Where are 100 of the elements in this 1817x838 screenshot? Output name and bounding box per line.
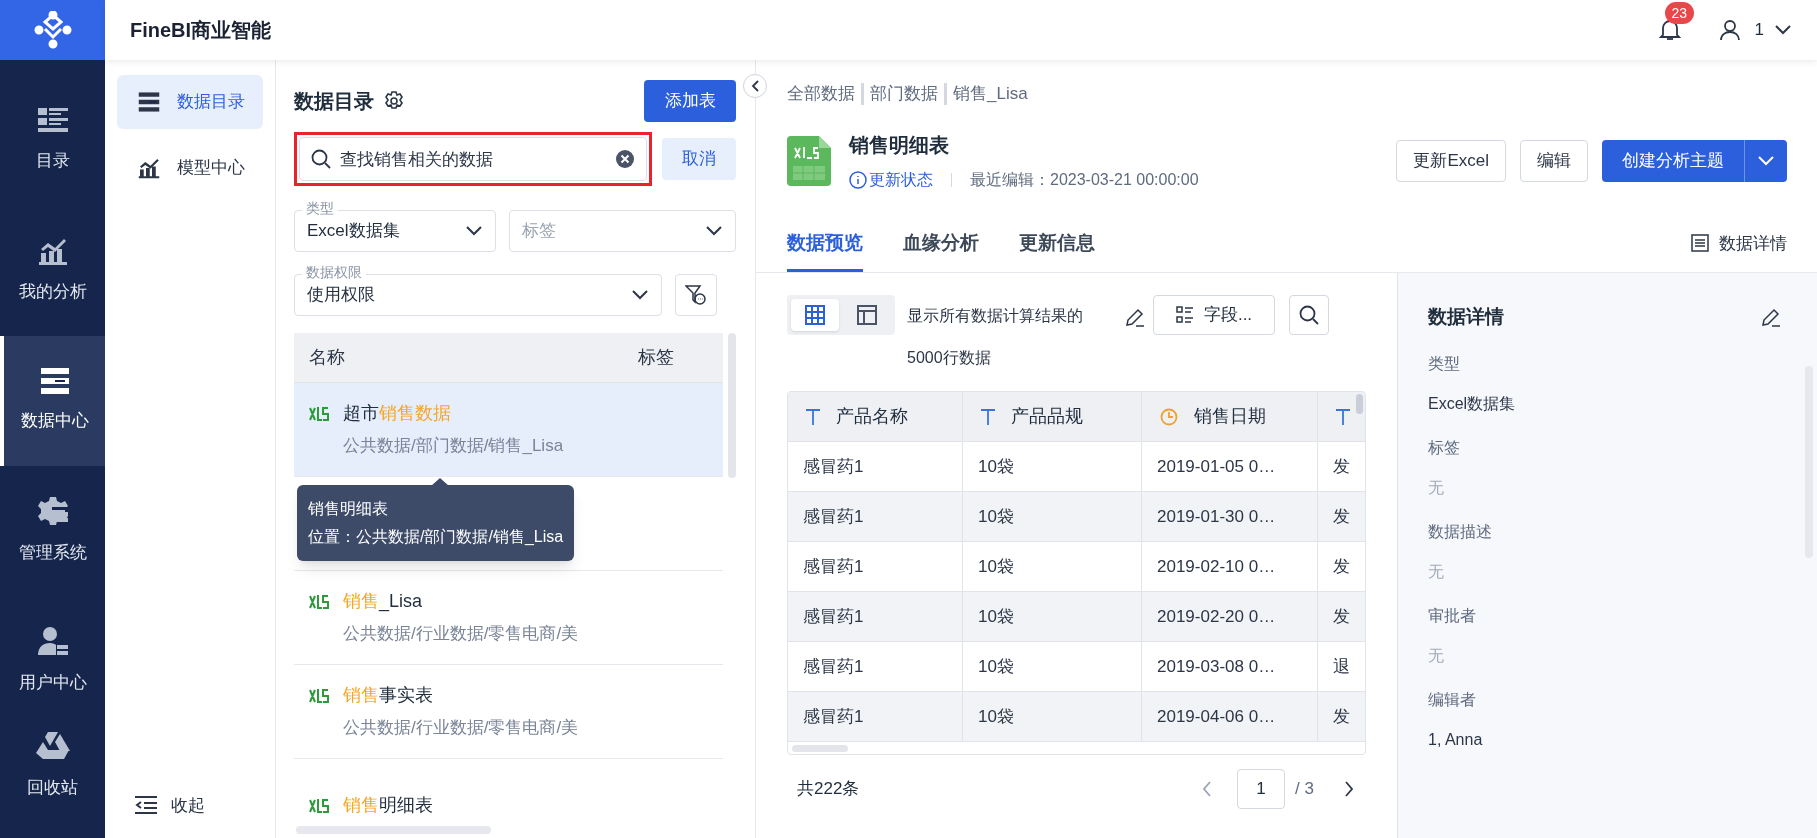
table-cell: 10袋 <box>963 442 1142 491</box>
text-type-icon <box>806 408 820 425</box>
spreadsheet-file-icon <box>787 136 831 186</box>
notification-badge: 23 <box>1664 2 1695 24</box>
table-cell: 2019-02-10 0… <box>1142 542 1318 591</box>
user-icon <box>37 626 68 657</box>
detail-value: 无 <box>1428 561 1445 582</box>
dataset-name-part: _Lisa <box>379 591 423 612</box>
nav-item[interactable]: 回收站 <box>0 726 105 826</box>
dataset-name-part: 销售数据 <box>379 403 451 424</box>
search-icon <box>311 149 331 169</box>
scrollbar[interactable] <box>1356 394 1363 414</box>
nav-item[interactable]: 目录 <box>0 76 105 206</box>
table-cell: 2019-02-20 0… <box>1142 592 1318 641</box>
collapse-icon <box>135 796 157 815</box>
tab[interactable]: 血缘分析 <box>903 228 979 272</box>
settings-icon[interactable] <box>384 91 404 111</box>
chevron-down-icon[interactable] <box>1774 24 1792 36</box>
data-details-link[interactable]: 数据详情 <box>1691 230 1787 256</box>
detail-label: 类型 <box>1428 353 1461 374</box>
column-header: 产品品规 <box>963 392 1142 441</box>
create-analysis-button[interactable]: 创建分析主题 <box>1602 140 1787 182</box>
add-table-button[interactable]: 添加表 <box>644 80 736 122</box>
app-logo[interactable] <box>0 0 105 60</box>
table-cell-text: 发 <box>1332 505 1351 528</box>
spreadsheet-icon <box>309 405 329 422</box>
subnav-item[interactable]: 数据目录 <box>117 75 263 129</box>
logo-icon <box>33 11 72 49</box>
dataset-name-part: 超市 <box>343 403 379 424</box>
field-list-icon <box>1175 306 1194 324</box>
subnav-item[interactable]: 模型中心 <box>117 141 263 195</box>
breadcrumb-link[interactable]: 全部数据 <box>787 81 855 107</box>
fields-button[interactable]: 字段... <box>1153 295 1275 335</box>
table-cell-text: 发 <box>1332 455 1351 478</box>
table-cell: 2019-04-06 0… <box>1142 692 1318 741</box>
nav-label: 目录 <box>35 150 70 173</box>
dataset-name-part: 销售 <box>343 795 379 815</box>
nav-item[interactable]: 数据中心 <box>0 336 105 466</box>
update-status-link[interactable]: 更新状态 <box>849 168 933 192</box>
table-cell-text: 发 <box>1332 605 1351 628</box>
layout-icon <box>857 305 877 325</box>
tab[interactable]: 更新信息 <box>1019 228 1095 272</box>
toolbar-button[interactable]: 更新Excel <box>1396 140 1506 182</box>
detail-value: 无 <box>1428 477 1445 498</box>
breadcrumb-link[interactable]: 部门数据 <box>870 81 938 107</box>
bell-icon[interactable] <box>1658 18 1681 42</box>
dataset-path: 公共数据/行业数据/零售电商/美 <box>343 717 580 740</box>
scrollbar[interactable] <box>296 826 491 834</box>
dataset-path: 公共数据/行业数据/零售电商/美 <box>343 623 580 646</box>
nav-item[interactable]: 我的分析 <box>0 206 105 336</box>
bar-chart-icon <box>38 237 67 266</box>
info-icon <box>849 171 867 189</box>
scrollbar[interactable] <box>728 333 736 478</box>
tooltip-title: 销售明细表 <box>308 499 389 519</box>
nav-label: 用户中心 <box>18 672 87 695</box>
search-field[interactable]: 查找销售相关的数据 <box>299 137 647 181</box>
detail-value: 1, Anna <box>1428 729 1484 750</box>
text-type-icon <box>1336 408 1350 425</box>
list-icon <box>37 108 68 135</box>
chevron-right-icon[interactable] <box>1344 781 1354 797</box>
chevron-down-icon <box>705 225 723 237</box>
dataset-list-item[interactable]: 超市销售数据 公共数据/部门数据/销售_Lisa <box>294 383 723 477</box>
table-cell: 10袋 <box>963 642 1142 691</box>
table-cell: 感冒药1 <box>788 492 963 541</box>
field-label: 数据权限 <box>302 263 366 281</box>
user-icon[interactable] <box>1718 19 1741 41</box>
app-title: FineBI商业智能 <box>130 18 272 43</box>
dataset-list-item[interactable]: 销售_Lisa 公共数据/行业数据/零售电商/美 <box>294 571 723 665</box>
stacked-rows-icon <box>40 368 69 395</box>
breadcrumb-link[interactable]: 销售_Lisa <box>953 81 1028 107</box>
filter-button[interactable] <box>675 274 717 316</box>
collapse-button[interactable]: 收起 <box>117 792 263 818</box>
table-cell-text: 发 <box>1332 555 1351 578</box>
nav-label: 数据中心 <box>20 410 89 433</box>
table-cell: 10袋 <box>963 592 1142 641</box>
table-cell: 感冒药1 <box>788 542 963 591</box>
nav-item[interactable]: 用户中心 <box>0 596 105 726</box>
table-cell: 2019-03-08 0… <box>1142 642 1318 691</box>
clear-icon[interactable] <box>615 149 635 169</box>
search-button[interactable] <box>1289 295 1329 335</box>
nav-item[interactable]: 管理系统 <box>0 466 105 596</box>
detail-label: 编辑者 <box>1428 689 1477 710</box>
table-cell: 感冒药1 <box>788 692 963 741</box>
scrollbar[interactable] <box>792 745 848 752</box>
dataset-name-part: 明细表 <box>379 795 433 815</box>
view-toggle-button[interactable] <box>791 299 839 331</box>
toolbar-button[interactable]: 编辑 <box>1520 140 1588 182</box>
page-count: / 3 <box>1295 778 1314 801</box>
page-input[interactable]: 1 <box>1237 769 1286 809</box>
spreadsheet-icon <box>309 593 329 610</box>
table-cell: 感冒药1 <box>788 642 963 691</box>
user-name[interactable]: 1 <box>1754 17 1764 43</box>
gear-icon <box>37 496 68 527</box>
cancel-button[interactable]: 取消 <box>662 138 736 180</box>
collapse-panel-button[interactable] <box>743 74 767 98</box>
list-icon <box>1691 234 1709 253</box>
tab[interactable]: 数据预览 <box>787 228 863 272</box>
dataset-list-item[interactable]: 销售事实表 公共数据/行业数据/零售电商/美 <box>294 665 723 759</box>
pencil-icon[interactable] <box>1761 307 1781 328</box>
pencil-icon[interactable] <box>1125 307 1145 327</box>
